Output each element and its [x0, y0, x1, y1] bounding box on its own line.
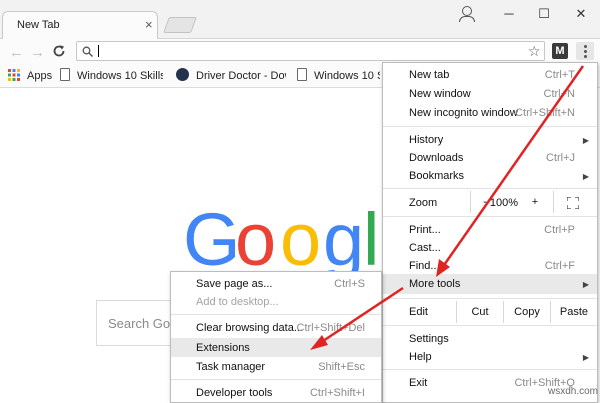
annotation-arrows: [310, 65, 585, 350]
arrow-to-more-tools: [440, 65, 585, 269]
arrow-head-extensions: [310, 335, 328, 350]
watermark: wsxdn.com: [548, 386, 599, 397]
arrow-to-extensions: [319, 286, 404, 345]
